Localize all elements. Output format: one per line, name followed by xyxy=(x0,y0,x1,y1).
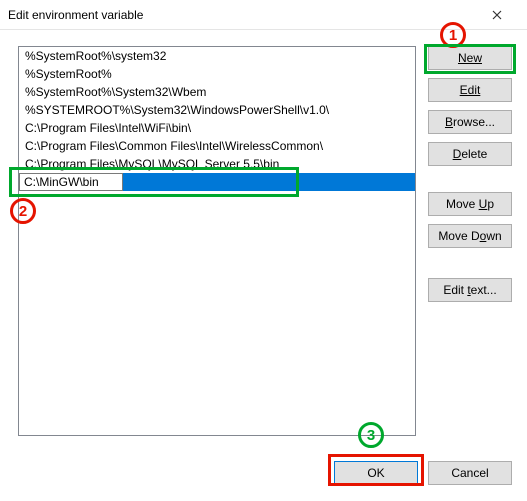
list-item[interactable]: %SystemRoot%\system32 xyxy=(19,47,415,65)
list-item[interactable]: C:\Program Files\MySQL\MySQL Server 5.5\… xyxy=(19,155,415,173)
path-listbox[interactable]: %SystemRoot%\system32 %SystemRoot% %Syst… xyxy=(18,46,416,436)
edit-button[interactable]: Edit xyxy=(428,78,512,102)
move-down-button[interactable]: Move Down xyxy=(428,224,512,248)
edit-text-button[interactable]: Edit text... xyxy=(428,278,512,302)
browse-button[interactable]: Browse... xyxy=(428,110,512,134)
button-column: New Edit Browse... Delete Move Up Move D… xyxy=(428,46,512,310)
move-up-button[interactable]: Move Up xyxy=(428,192,512,216)
path-edit-input[interactable] xyxy=(19,173,123,191)
new-button[interactable]: New xyxy=(428,46,512,70)
list-item[interactable]: %SystemRoot% xyxy=(19,65,415,83)
ok-button[interactable]: OK xyxy=(334,461,418,485)
delete-button[interactable]: Delete xyxy=(428,142,512,166)
list-item[interactable]: C:\Program Files\Common Files\Intel\Wire… xyxy=(19,137,415,155)
list-item[interactable]: %SystemRoot%\System32\Wbem xyxy=(19,83,415,101)
window-title: Edit environment variable xyxy=(8,8,475,22)
close-icon xyxy=(492,10,502,20)
move-up-label: Move Up xyxy=(446,197,494,211)
delete-label: Delete xyxy=(453,147,488,161)
title-bar: Edit environment variable xyxy=(0,0,527,30)
move-down-label: Move Down xyxy=(438,229,501,243)
list-item[interactable]: %SYSTEMROOT%\System32\WindowsPowerShell\… xyxy=(19,101,415,119)
list-item[interactable]: C:\Program Files\Intel\WiFi\bin\ xyxy=(19,119,415,137)
window-close-button[interactable] xyxy=(475,1,519,29)
dialog-button-bar: OK Cancel xyxy=(0,461,527,487)
browse-label: Browse... xyxy=(445,115,495,129)
edit-text-label: Edit text... xyxy=(443,283,496,297)
cancel-button[interactable]: Cancel xyxy=(428,461,512,485)
